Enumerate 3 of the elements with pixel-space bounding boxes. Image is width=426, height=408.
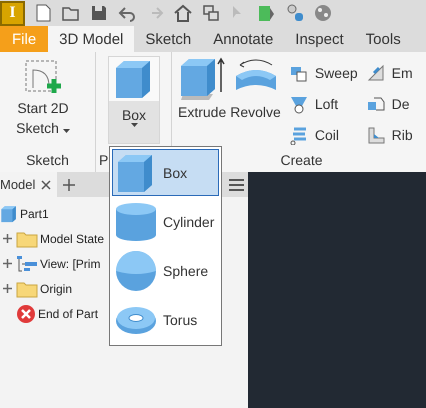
group-label: Sketch xyxy=(25,151,70,170)
group-label: Create xyxy=(279,151,324,170)
group-label: P xyxy=(98,151,110,170)
